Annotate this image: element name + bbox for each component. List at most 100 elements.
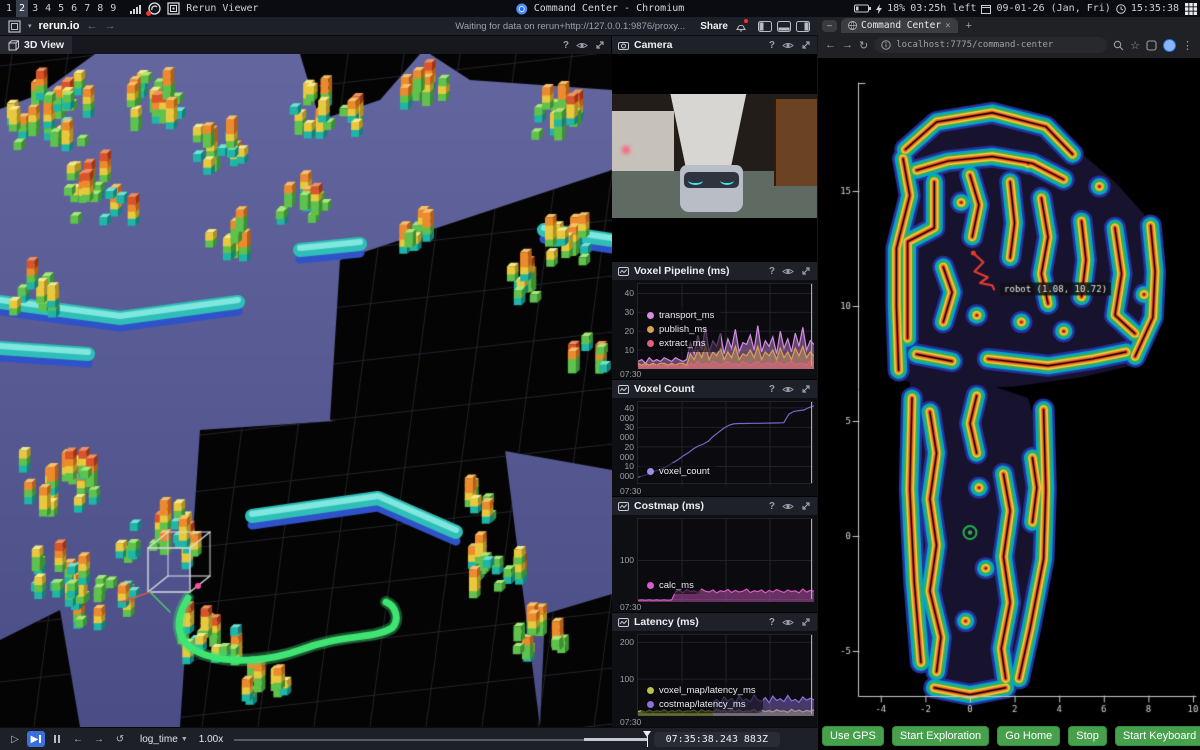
play-button[interactable]: ▷ <box>6 731 24 747</box>
use-gps-button[interactable]: Use GPS <box>822 726 884 746</box>
latency-panel: Latency (ms) ? 200 100 voxel_ma <box>612 613 817 727</box>
chart-icon <box>618 618 629 627</box>
maximize-icon[interactable] <box>801 266 811 276</box>
maximize-icon[interactable] <box>801 617 811 627</box>
loop-button[interactable]: ↺ <box>111 731 129 747</box>
start-exploration-button[interactable]: Start Exploration <box>892 726 989 746</box>
y-tick: 10 000 <box>612 461 634 481</box>
tab-3d-view[interactable]: 3D View <box>0 36 72 54</box>
step-forward-button[interactable]: → <box>90 731 108 747</box>
browser-reload-icon[interactable]: ↻ <box>859 39 868 52</box>
step-back-button[interactable]: ← <box>69 731 87 747</box>
chromium-window: – Command Center × + ← → ↻ localhost:777… <box>818 17 1200 750</box>
help-icon[interactable]: ? <box>769 384 775 395</box>
visibility-eye-icon[interactable] <box>782 41 794 50</box>
nav-back-icon[interactable]: ← <box>86 20 97 32</box>
visibility-eye-icon[interactable] <box>576 41 588 50</box>
toggle-bottom-panel-icon[interactable] <box>777 21 791 32</box>
system-bar: 1 2 3 4 5 6 7 8 9 Rerun Viewer Command C… <box>0 0 1200 17</box>
pause-button[interactable] <box>48 731 66 747</box>
share-button[interactable]: Share <box>700 21 728 32</box>
browser-menu-icon[interactable]: ⋮ <box>1182 39 1193 52</box>
toggle-left-panel-icon[interactable] <box>758 21 772 32</box>
timeline-scrubber[interactable] <box>234 728 650 750</box>
legend-label: voxel_count <box>659 466 710 477</box>
workspace-4[interactable]: 4 <box>42 0 54 17</box>
browser-back-icon[interactable]: ← <box>825 39 836 51</box>
menu-caret-icon[interactable]: ▾ <box>28 22 32 30</box>
maximize-icon[interactable] <box>801 501 811 511</box>
visibility-eye-icon[interactable] <box>782 618 794 627</box>
start-keyboard-control-button[interactable]: Start Keyboard Control <box>1115 726 1200 746</box>
browser-toolbar: ← → ↻ localhost:7775/command-center ☆ ⋮ <box>818 33 1200 57</box>
chart-icon <box>618 385 629 394</box>
stop-button[interactable]: Stop <box>1068 726 1107 746</box>
timeline-selector[interactable]: log_time▼ <box>140 734 188 745</box>
help-icon[interactable]: ? <box>769 266 775 277</box>
help-icon[interactable]: ? <box>563 40 569 51</box>
rerun-menu-logo-icon[interactable] <box>8 20 21 33</box>
help-icon[interactable]: ? <box>769 501 775 512</box>
toggle-right-panel-icon[interactable] <box>796 21 810 32</box>
visibility-eye-icon[interactable] <box>782 385 794 394</box>
legend-publish-ms[interactable]: publish_ms <box>647 324 714 335</box>
legend-label: transport_ms <box>659 310 714 321</box>
workspace-8[interactable]: 8 <box>94 0 106 17</box>
3d-scene-canvas[interactable] <box>0 54 612 727</box>
workspace-2[interactable]: 2 <box>16 0 28 17</box>
url-text: localhost:7775/command-center <box>896 40 1053 50</box>
visibility-eye-icon[interactable] <box>782 502 794 511</box>
maximize-icon[interactable] <box>801 384 811 394</box>
robot-visor <box>684 172 739 188</box>
go-home-button[interactable]: Go Home <box>997 726 1060 746</box>
workspace-5[interactable]: 5 <box>55 0 67 17</box>
legend-costmap-latency[interactable]: costmap/latency_ms <box>647 699 756 710</box>
legend-calc-ms[interactable]: calc_ms <box>647 580 694 591</box>
workspace-9[interactable]: 9 <box>107 0 119 17</box>
desktop: { "icons": { "caret_down": "▾", "back": … <box>0 0 1200 750</box>
bookmark-star-icon[interactable]: ☆ <box>1130 39 1140 52</box>
browser-forward-icon[interactable]: → <box>842 39 853 51</box>
site-info-icon[interactable] <box>881 40 891 50</box>
workspace-6[interactable]: 6 <box>68 0 80 17</box>
chevron-down-icon: ▼ <box>181 736 188 743</box>
x-tick: 07:30 <box>620 486 641 496</box>
3d-view-title: 3D View <box>24 39 64 51</box>
playback-speed[interactable]: 1.00x <box>199 734 223 745</box>
camera-panel-title: Camera <box>634 39 764 51</box>
rerun-viewer-window: ▾ rerun.io ← → Waiting for data on rerun… <box>0 17 818 750</box>
browser-tab-command-center[interactable]: Command Center × <box>841 18 958 33</box>
favicon-globe-icon <box>848 21 857 30</box>
workspace-3[interactable]: 3 <box>29 0 41 17</box>
command-center-page: Use GPS Start Exploration Go Home Stop S… <box>818 58 1200 750</box>
profile-avatar[interactable] <box>1163 39 1176 52</box>
maximize-icon[interactable] <box>801 40 811 50</box>
recording-tab[interactable]: rerun.io <box>39 20 80 32</box>
legend-extract-ms[interactable]: extract_ms <box>647 338 714 349</box>
workspace-1[interactable]: 1 <box>3 0 15 17</box>
maximize-icon[interactable] <box>595 40 605 50</box>
legend-voxel-map-latency[interactable]: voxel_map/latency_ms <box>647 685 756 696</box>
address-bar[interactable]: localhost:7775/command-center <box>874 37 1107 53</box>
follow-latest-button[interactable]: ▶ <box>27 731 45 747</box>
legend-transport-ms[interactable]: transport_ms <box>647 310 714 321</box>
costmap-canvas <box>818 58 1200 721</box>
system-date: 09-01-26 (Jan, Fri) <box>996 3 1110 14</box>
tab-search-button[interactable]: – <box>822 20 837 32</box>
downloads-icon[interactable] <box>1146 40 1157 51</box>
current-timestamp[interactable]: 07:35:38.243 883Z <box>654 732 780 747</box>
search-icon[interactable] <box>1113 40 1124 51</box>
notifications-bell-icon[interactable] <box>735 20 747 32</box>
tab-close-icon[interactable]: × <box>945 21 950 31</box>
workspace-7[interactable]: 7 <box>81 0 93 17</box>
visibility-eye-icon[interactable] <box>782 267 794 276</box>
help-icon[interactable]: ? <box>769 40 775 51</box>
time-cursor <box>811 402 812 483</box>
new-tab-button[interactable]: + <box>962 20 976 32</box>
obs-tray-icon[interactable] <box>148 2 161 15</box>
legend-voxel-count[interactable]: voxel_count <box>647 466 710 477</box>
nav-forward-icon[interactable]: → <box>104 20 115 32</box>
app-grid-icon[interactable] <box>1184 2 1198 16</box>
help-icon[interactable]: ? <box>769 617 775 628</box>
legend-dot <box>647 468 654 475</box>
